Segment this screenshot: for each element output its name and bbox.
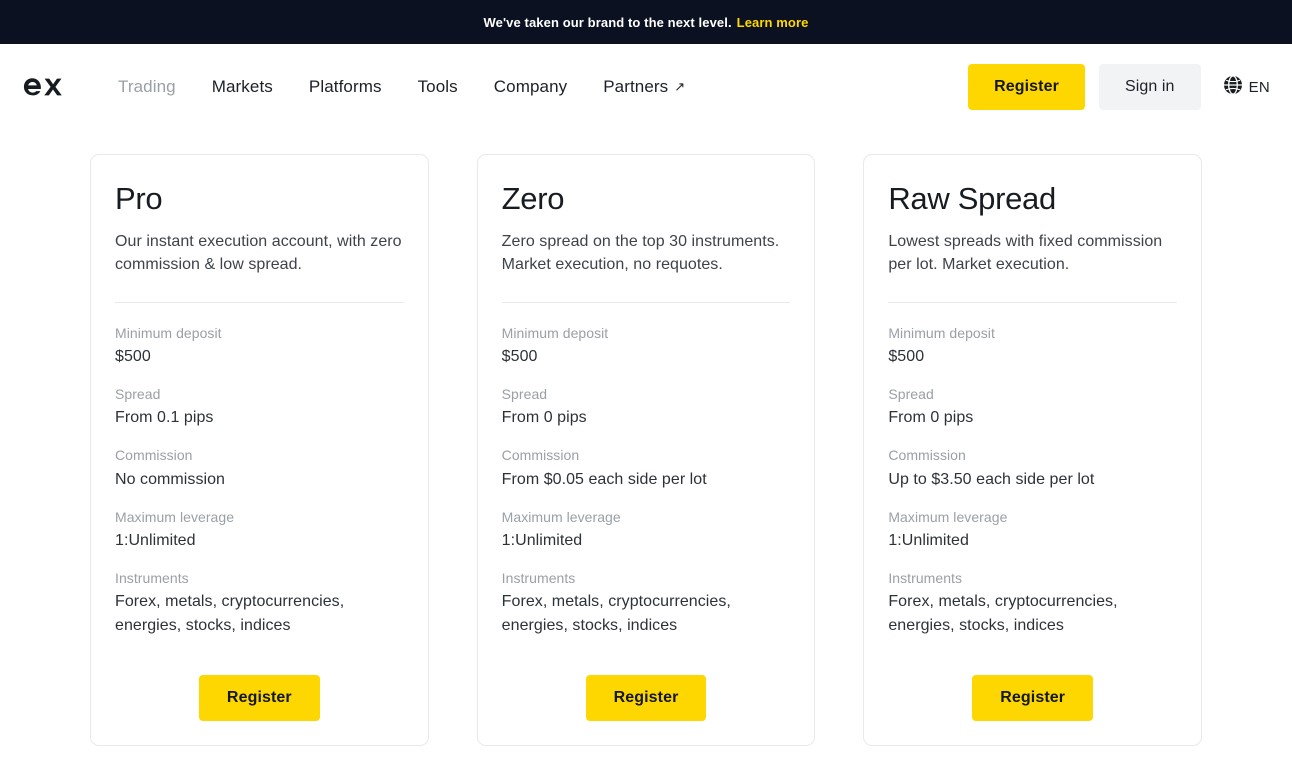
spec-value: From 0 pips xyxy=(501,409,587,427)
card-divider xyxy=(888,301,1178,303)
logo-ex[interactable] xyxy=(18,67,70,107)
spec-value: $500 xyxy=(888,347,925,365)
account-cards-row: Pro Our instant execution account, with … xyxy=(0,154,1292,747)
arrow-up-right-icon: ↗ xyxy=(674,79,686,94)
spec-instruments: Instruments Forex, metals, cryptocurrenc… xyxy=(502,568,791,638)
card-title: Zero xyxy=(501,181,565,216)
main-navigation: Trading Markets Platforms Tools Company … xyxy=(100,69,703,105)
nav-item-label: Markets xyxy=(211,77,273,96)
spec-label: Spread xyxy=(501,385,548,402)
account-card-zero: Zero Zero spread on the top 30 instrumen… xyxy=(476,154,816,747)
card-divider xyxy=(115,301,404,303)
spec-value: Forex, metals, cryptocurrencies, energie… xyxy=(888,593,1118,635)
header-actions: Register Sign in EN xyxy=(968,64,1272,110)
nav-item-label: Company xyxy=(493,77,568,96)
announcement-learn-more-link[interactable]: Learn more xyxy=(737,15,809,30)
card-description: Zero spread on the top 30 instruments. M… xyxy=(501,232,780,274)
announcement-banner: We've taken our brand to the next level.… xyxy=(0,0,1292,44)
account-card-pro: Pro Our instant execution account, with … xyxy=(90,154,429,747)
spec-maximum-leverage: Maximum leverage 1:Unlimited xyxy=(115,507,404,553)
globe-icon xyxy=(1223,74,1243,100)
spec-label: Maximum leverage xyxy=(115,508,235,525)
spec-value: Forex, metals, cryptocurrencies, energie… xyxy=(115,593,345,635)
card-description: Lowest spreads with fixed commission per… xyxy=(888,232,1163,274)
card-description: Our instant execution account, with zero… xyxy=(115,232,402,274)
spec-minimum-deposit: Minimum deposit $500 xyxy=(115,323,404,369)
spec-commission: Commission Up to $3.50 each side per lot xyxy=(888,445,1177,491)
spec-label: Minimum deposit xyxy=(501,324,609,341)
nav-item-label: Tools xyxy=(417,77,458,96)
spec-value: No commission xyxy=(115,470,226,488)
nav-item-platforms[interactable]: Platforms xyxy=(291,69,400,105)
nav-item-company[interactable]: Company xyxy=(476,69,585,105)
spec-spread: Spread From 0 pips xyxy=(888,384,1177,430)
spec-maximum-leverage: Maximum leverage 1:Unlimited xyxy=(502,507,791,553)
spec-value: From 0 pips xyxy=(888,409,974,427)
language-label: EN xyxy=(1248,78,1270,96)
spec-value: 1:Unlimited xyxy=(115,531,196,549)
register-button-pro[interactable]: Register xyxy=(198,675,320,722)
sign-in-button[interactable]: Sign in xyxy=(1098,64,1201,110)
announcement-text: We've taken our brand to the next level. xyxy=(483,14,732,30)
card-cta-wrapper: Register xyxy=(888,653,1177,722)
spec-label: Maximum leverage xyxy=(501,508,621,525)
spec-value: Up to $3.50 each side per lot xyxy=(888,470,1095,488)
spec-commission: Commission From $0.05 each side per lot xyxy=(502,445,791,491)
spec-instruments: Instruments Forex, metals, cryptocurrenc… xyxy=(115,568,404,638)
spec-label: Instruments xyxy=(501,569,576,586)
spec-instruments: Instruments Forex, metals, cryptocurrenc… xyxy=(888,568,1177,638)
spec-label: Minimum deposit xyxy=(115,324,222,341)
site-header: Trading Markets Platforms Tools Company … xyxy=(0,44,1292,130)
spec-value: From 0.1 pips xyxy=(115,409,214,427)
spec-minimum-deposit: Minimum deposit $500 xyxy=(502,323,791,369)
nav-item-partners[interactable]: Partners ↗ xyxy=(585,69,703,105)
nav-item-tools[interactable]: Tools xyxy=(400,69,476,105)
spec-maximum-leverage: Maximum leverage 1:Unlimited xyxy=(888,507,1177,553)
spec-value: 1:Unlimited xyxy=(888,531,969,549)
spec-label: Commission xyxy=(115,447,193,464)
register-button-raw-spread[interactable]: Register xyxy=(972,675,1094,722)
spec-minimum-deposit: Minimum deposit $500 xyxy=(888,323,1177,369)
account-types-section: Pro Our instant execution account, with … xyxy=(0,130,1292,747)
account-card-raw-spread: Raw Spread Lowest spreads with fixed com… xyxy=(863,154,1203,747)
card-title: Raw Spread xyxy=(888,181,1056,216)
card-title: Pro xyxy=(115,181,163,216)
nav-item-trading[interactable]: Trading xyxy=(100,69,194,105)
spec-value: 1:Unlimited xyxy=(501,531,583,549)
spec-label: Minimum deposit xyxy=(888,324,995,341)
spec-spread: Spread From 0 pips xyxy=(502,384,791,430)
spec-commission: Commission No commission xyxy=(115,445,404,491)
nav-item-label: Trading xyxy=(118,77,176,96)
nav-item-label: Partners xyxy=(603,77,669,96)
spec-spread: Spread From 0.1 pips xyxy=(115,384,404,430)
spec-label: Instruments xyxy=(888,569,963,586)
spec-label: Instruments xyxy=(115,569,189,586)
card-divider xyxy=(501,301,791,303)
language-selector[interactable]: EN xyxy=(1215,69,1272,106)
spec-value: $500 xyxy=(501,347,538,365)
spec-value: From $0.05 each side per lot xyxy=(501,470,707,488)
nav-item-label: Platforms xyxy=(308,77,382,96)
card-cta-wrapper: Register xyxy=(502,653,791,722)
register-button-header[interactable]: Register xyxy=(968,64,1085,110)
spec-label: Maximum leverage xyxy=(888,508,1008,525)
register-button-zero[interactable]: Register xyxy=(585,675,707,722)
nav-item-markets[interactable]: Markets xyxy=(194,69,291,105)
spec-label: Spread xyxy=(115,385,161,402)
spec-value: $500 xyxy=(115,347,151,365)
spec-label: Commission xyxy=(501,447,580,464)
spec-value: Forex, metals, cryptocurrencies, energie… xyxy=(501,593,731,635)
card-cta-wrapper: Register xyxy=(115,653,404,722)
spec-label: Commission xyxy=(888,447,966,464)
spec-label: Spread xyxy=(888,385,934,402)
